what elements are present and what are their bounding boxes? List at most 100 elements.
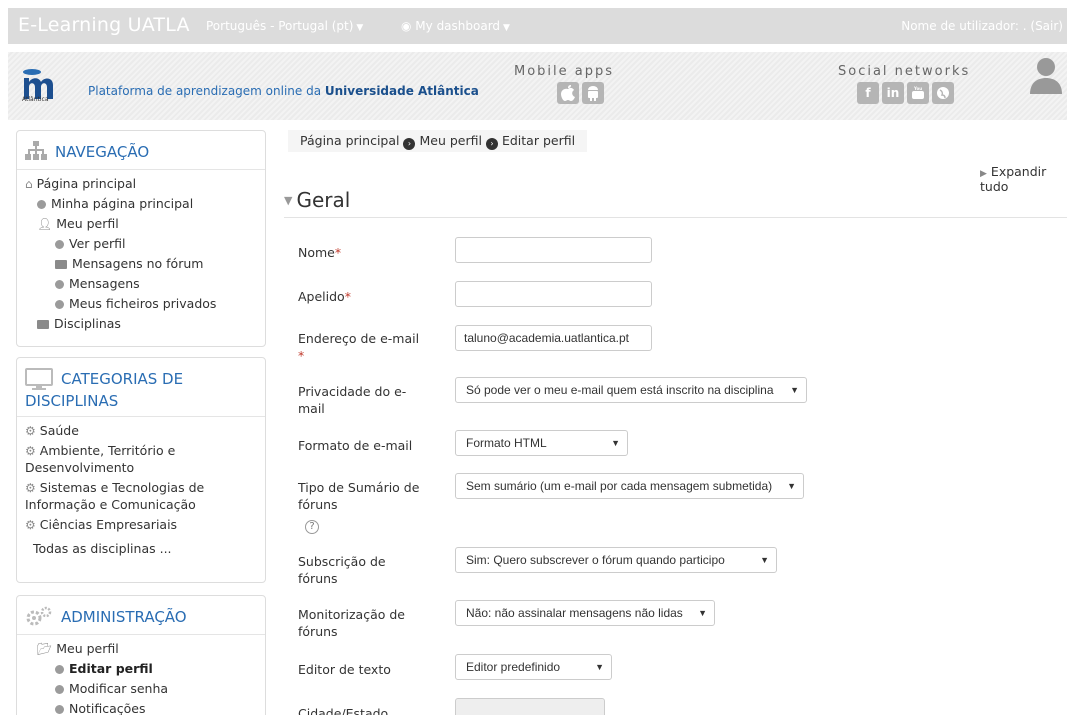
user-icon: 👤︎ xyxy=(37,217,53,231)
logo-caption: Atlântica xyxy=(22,96,49,103)
forum-tracking-label: Monitorização de fóruns xyxy=(298,606,428,640)
categories-block: CATEGORIAS DE DISCIPLINAS ⚙︎ Saúde ⚙︎ Ambi… xyxy=(16,357,266,583)
expand-all-link[interactable]: ▶ Expandir tudo xyxy=(980,164,1067,194)
category-icon: ⚙︎ xyxy=(25,424,36,438)
forum-digest-select[interactable]: Sem sumário (um e-mail por cada mensagem… xyxy=(455,473,804,499)
forum-subscribe-select[interactable]: Sim: Quero subscrever o fórum quando par… xyxy=(455,547,777,573)
admin-item-notifications-label: Notificações xyxy=(69,701,146,715)
dashboard-icon: ◉ xyxy=(401,19,416,33)
social-networks-title: Social networks xyxy=(838,64,971,79)
gears-icon xyxy=(26,606,52,626)
category-item-business[interactable]: ⚙︎ Ciências Empresariais xyxy=(25,515,257,535)
language-menu[interactable]: Português - Portugal (pt) ▼ xyxy=(206,19,363,33)
caret-down-icon: ▼ xyxy=(787,481,796,491)
category-item-systems-cont[interactable]: Informação e Comunicação xyxy=(25,495,257,515)
administration-tree: 📂︎ Meu perfil Editar perfil Modificar sen… xyxy=(17,639,265,715)
email-label-text: Endereço de e-mail xyxy=(298,331,420,346)
sitemap-icon xyxy=(25,141,47,160)
dashboard-menu[interactable]: ◉ My dashboard ▼ xyxy=(401,19,510,33)
text-editor-label: Editor de texto xyxy=(298,662,391,677)
nav-item-view-profile[interactable]: Ver perfil xyxy=(25,234,257,254)
nav-item-forum-posts[interactable]: Mensagens no fórum xyxy=(25,254,257,274)
tagline-text: Plataforma de aprendizagem online da xyxy=(88,84,325,98)
svg-text:You: You xyxy=(913,86,922,91)
category-label: Ciências Empresariais xyxy=(39,517,178,532)
user-avatar-icon[interactable] xyxy=(1028,56,1064,94)
section-general-toggle[interactable]: ▼ Geral xyxy=(284,188,350,212)
forum-tracking-select[interactable]: Não: não assinalar mensagens não lidas ▼ xyxy=(455,600,715,626)
bullet-icon xyxy=(55,705,64,714)
nav-item-home[interactable]: ⌂ Página principal xyxy=(25,174,257,194)
nav-item-private-files[interactable]: Meus ficheiros privados xyxy=(25,294,257,314)
linkedin-icon[interactable]: in xyxy=(882,82,904,104)
language-menu-label: Português - Portugal (pt) xyxy=(206,19,354,33)
breadcrumb-profile[interactable]: Meu perfil xyxy=(419,133,481,148)
email-format-select[interactable]: Formato HTML ▼ xyxy=(455,430,628,456)
all-courses-link[interactable]: Todas as disciplinas ... xyxy=(25,539,257,559)
folder-icon xyxy=(37,320,49,329)
mobile-apps-title: Mobile apps xyxy=(514,64,615,79)
top-navbar: E-Learning UATLA Português - Portugal (p… xyxy=(8,8,1067,44)
administration-block: ADMINISTRAÇÃO 📂︎ Meu perfil Editar perfil… xyxy=(16,595,266,715)
category-item-environment-cont[interactable]: Desenvolvimento xyxy=(25,458,257,478)
chevron-right-icon: › xyxy=(485,138,498,150)
city-input[interactable] xyxy=(455,698,605,715)
globe-icon[interactable] xyxy=(932,82,954,104)
facebook-icon[interactable]: f xyxy=(857,82,879,104)
user-logout-link[interactable]: Nome de utilizador: . (Sair) xyxy=(901,19,1063,33)
admin-item-my-profile[interactable]: 📂︎ Meu perfil xyxy=(25,639,257,659)
name-label-text: Nome xyxy=(298,245,335,260)
admin-item-edit-profile-label: Editar perfil xyxy=(69,661,153,676)
triangle-right-icon: ▶ xyxy=(980,169,987,179)
forum-subscribe-label-line1: Subscrição de xyxy=(298,554,386,569)
email-format-value: Formato HTML xyxy=(466,436,547,450)
surname-input[interactable] xyxy=(455,281,652,307)
navigation-tree: ⌂ Página principal Minha página principal… xyxy=(17,174,265,342)
help-icon[interactable]: ? xyxy=(305,520,319,534)
caret-down-icon: ▼ xyxy=(595,662,604,672)
admin-item-change-password-label: Modificar senha xyxy=(69,681,169,696)
category-label: Ambiente, Território e xyxy=(39,443,176,458)
email-input[interactable]: taluno@academia.uatlantica.pt xyxy=(455,325,652,351)
admin-item-change-password[interactable]: Modificar senha xyxy=(25,679,257,699)
category-label: Sistemas e Tecnologias de xyxy=(39,480,205,495)
required-mark: * xyxy=(334,245,342,260)
university-logo[interactable] xyxy=(20,60,70,112)
text-editor-select[interactable]: Editor predefinido ▼ xyxy=(455,654,612,680)
youtube-icon[interactable]: You xyxy=(907,82,929,104)
email-privacy-label: Privacidade do e-mail xyxy=(298,383,428,417)
categories-title: CATEGORIAS DE DISCIPLINAS xyxy=(25,368,183,412)
section-title: Geral xyxy=(296,188,351,212)
category-item-health[interactable]: ⚙︎ Saúde xyxy=(25,421,257,441)
email-privacy-label-line2: mail xyxy=(298,401,325,416)
nav-item-my-profile[interactable]: 👤︎ Meu perfil xyxy=(25,214,257,234)
admin-item-notifications[interactable]: Notificações xyxy=(25,699,257,715)
breadcrumb-home[interactable]: Página principal xyxy=(300,133,399,148)
nav-item-courses-label: Disciplinas xyxy=(54,316,121,331)
admin-item-edit-profile[interactable]: Editar perfil xyxy=(25,659,257,679)
home-icon: ⌂ xyxy=(25,177,33,191)
nav-item-my-home[interactable]: Minha página principal xyxy=(25,194,257,214)
email-format-label: Formato de e-mail xyxy=(298,438,413,453)
navigation-block: NAVEGAÇÃO ⌂ Página principal Minha página… xyxy=(16,130,266,347)
text-editor-value: Editor predefinido xyxy=(466,660,561,674)
chevron-right-icon: › xyxy=(403,138,416,150)
section-divider xyxy=(284,217,1067,218)
android-icon[interactable] xyxy=(582,82,604,104)
nav-item-messages[interactable]: Mensagens xyxy=(25,274,257,294)
tagline-university: Universidade Atlântica xyxy=(324,84,479,98)
site-brand-link[interactable]: E-Learning UATLA xyxy=(18,14,190,36)
forum-digest-value: Sem sumário (um e-mail por cada mensagem… xyxy=(466,479,773,493)
nav-item-courses[interactable]: Disciplinas xyxy=(25,314,257,334)
caret-down-icon: ▼ xyxy=(503,23,510,33)
forum-subscribe-label-line2: fóruns xyxy=(298,571,338,586)
name-input[interactable] xyxy=(455,237,652,263)
category-label: Saúde xyxy=(39,423,79,438)
site-tagline: Plataforma de aprendizagem online da Uni… xyxy=(88,84,479,98)
caret-down-icon: ▼ xyxy=(611,438,620,448)
caret-down-icon: ▼ xyxy=(698,608,707,618)
nav-item-home-label: Página principal xyxy=(36,176,137,191)
email-privacy-select[interactable]: Só pode ver o meu e-mail quem está inscr… xyxy=(455,377,807,403)
bullet-icon xyxy=(55,240,64,249)
apple-icon[interactable] xyxy=(557,82,579,104)
